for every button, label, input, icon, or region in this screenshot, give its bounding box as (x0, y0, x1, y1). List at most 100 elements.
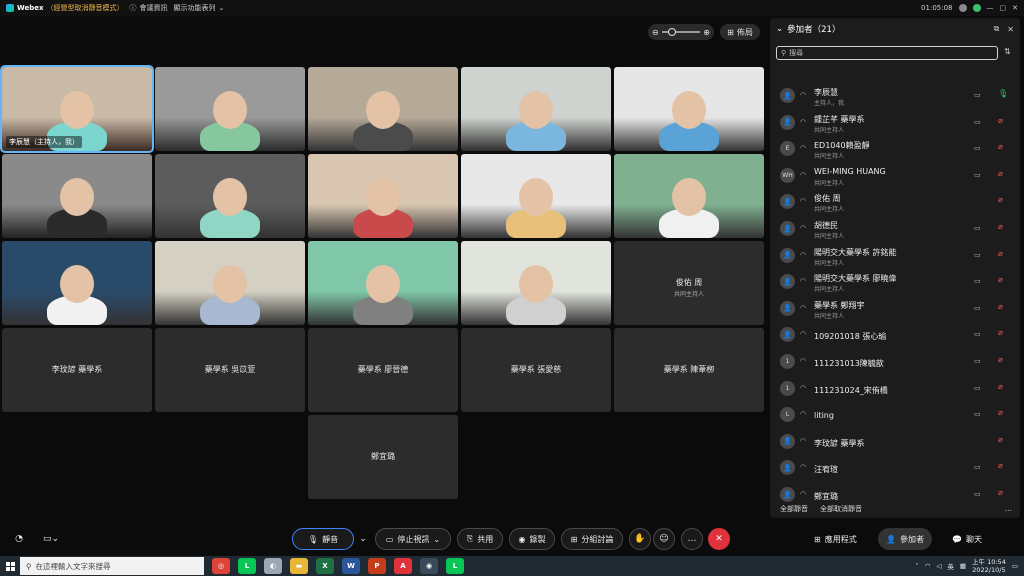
taskbar-search-input[interactable]: ⚲ 在這裡輸入文字來搜尋 (20, 557, 204, 575)
microphone-muted-icon[interactable]: ⌀ (998, 222, 1003, 231)
ime-indicator[interactable]: 英 (947, 561, 954, 571)
zoom-knob[interactable] (667, 28, 676, 36)
chevron-up-icon[interactable]: ˄ (915, 562, 918, 570)
microphone-muted-icon[interactable]: ⌀ (998, 169, 1003, 178)
participants-button[interactable]: 👤 參加者 (878, 528, 932, 550)
video-tile[interactable] (2, 154, 152, 238)
view-menu[interactable]: 顯示功能表列 ⌄ (174, 3, 225, 13)
taskbar-clock[interactable]: 上午 10:54 2022/10/5 (972, 558, 1006, 574)
camera-icon[interactable]: ▭ (974, 463, 981, 471)
unmute-all-button[interactable]: 全部取消靜音 (820, 504, 862, 514)
raise-hand-icon[interactable]: ✋ (629, 528, 651, 550)
participant-row[interactable]: WH ◠ WEI-MING HUANG 共同主持人 ▭ ⌀ (770, 163, 1020, 189)
video-tile[interactable] (308, 154, 458, 238)
video-tile[interactable]: 藥學系 陳葦栁 (614, 328, 764, 412)
panel-close-icon[interactable]: ✕ (1007, 25, 1014, 34)
line-icon[interactable]: L (238, 558, 256, 574)
participant-row[interactable]: 👤 ◠ 陽明交大藥學系 許銘能 共同主持人 ▭ ⌀ (770, 243, 1020, 269)
camera-icon[interactable]: ▭ (974, 118, 981, 126)
participant-row[interactable]: 👤 ◠ 汪宥瑄 ▭ ⌀ (770, 455, 1020, 481)
video-tile[interactable] (614, 154, 764, 238)
microphone-muted-icon[interactable]: ⌀ (998, 355, 1003, 364)
chrome-icon[interactable]: ◎ (212, 558, 230, 574)
word-icon[interactable]: W (342, 558, 360, 574)
video-tile[interactable] (155, 154, 305, 238)
powerpoint-icon[interactable]: P (368, 558, 386, 574)
participant-row[interactable]: E ◠ ED1040賴盈靜 共同主持人 ▭ ⌀ (770, 136, 1020, 162)
more-options-icon[interactable]: … (1005, 505, 1012, 513)
video-tile[interactable] (155, 241, 305, 325)
participant-row[interactable]: 1 ◠ 111231024_宋侑橋 ▭ ⌀ (770, 376, 1020, 402)
video-tile[interactable] (461, 67, 611, 151)
camera-icon[interactable]: ▭ (974, 224, 981, 232)
video-tile[interactable]: 鄭宜璐 (308, 415, 458, 499)
collapse-chevron-icon[interactable]: ⌄ (776, 24, 783, 34)
keyboard-icon[interactable]: ▦ (960, 562, 966, 570)
participant-row[interactable]: 1 ◠ 111231013陳毓歆 ▭ ⌀ (770, 349, 1020, 375)
participant-row[interactable]: 👤 ◠ 109201018 張心瑜 ▭ ⌀ (770, 322, 1020, 348)
camera-icon[interactable]: ▭ (974, 384, 981, 392)
video-tile[interactable] (308, 67, 458, 151)
reactions-icon[interactable]: ☺ (653, 528, 675, 550)
pdf-icon[interactable]: A (394, 558, 412, 574)
meeting-status-icon[interactable]: ◔ (8, 528, 30, 550)
participant-row[interactable]: 👤 ◠ 俊佑 周共同主持人 ⌀ (770, 189, 1020, 215)
excel-icon[interactable]: X (316, 558, 334, 574)
camera-icon[interactable]: ▭ (974, 144, 981, 152)
video-tile[interactable] (308, 241, 458, 325)
participant-row[interactable]: 👤 ◠ 鍾芷芊 藥學系 共同主持人 ▭ ⌀ (770, 110, 1020, 136)
camera-icon[interactable]: ▭ (974, 91, 981, 99)
video-tile[interactable]: 李辰慧（主持人，我） (0, 65, 154, 153)
microphone-on-icon[interactable]: 🎙 (998, 89, 1008, 98)
camera-icon[interactable]: ▭ (974, 304, 981, 312)
microphone-muted-icon[interactable]: ⌀ (998, 408, 1003, 417)
video-tile[interactable] (461, 154, 611, 238)
microphone-muted-icon[interactable]: ⌀ (998, 488, 1003, 497)
participant-row[interactable]: 👤 ◠ 李辰慧 主持人，我 ▭ 🎙 (770, 83, 1020, 109)
video-tile[interactable] (2, 241, 152, 325)
microphone-muted-icon[interactable]: ⌀ (998, 275, 1003, 284)
video-tile[interactable]: 李玟諺 藥學系 (2, 328, 152, 412)
apps-button[interactable]: ⊞ 應用程式 (806, 528, 865, 550)
more-icon[interactable]: … (681, 528, 703, 550)
webex-taskbar-icon[interactable]: ◉ (420, 558, 438, 574)
sort-icon[interactable]: ⇅ (1004, 47, 1011, 56)
microphone-muted-icon[interactable]: ⌀ (998, 302, 1003, 311)
video-tile[interactable] (155, 67, 305, 151)
camera-icon[interactable]: ▭ (974, 490, 981, 498)
camera-icon[interactable]: ▭ (974, 277, 981, 285)
meeting-info-menu[interactable]: ⓘ 會議資訊 (130, 3, 168, 13)
stop-video-button[interactable]: ▭ 停止視訊 ⌄ (375, 528, 451, 550)
speaker-icon[interactable]: ◁ (936, 562, 941, 570)
mute-options-chevron-icon[interactable]: ⌄ (356, 528, 370, 550)
participant-row[interactable]: L ◠ liting ▭ ⌀ (770, 402, 1020, 428)
microphone-muted-icon[interactable]: ⌀ (998, 142, 1003, 151)
microphone-muted-icon[interactable]: ⌀ (998, 116, 1003, 125)
minimize-icon[interactable]: — (987, 4, 994, 12)
record-button[interactable]: ◉ 錄製 (509, 528, 555, 550)
mute-button[interactable]: 🎙 靜音 (292, 528, 354, 550)
video-tile[interactable] (461, 241, 611, 325)
microphone-muted-icon[interactable]: ⌀ (998, 435, 1003, 444)
participant-row[interactable]: 👤 ◠ 李玟諺 藥學系 ⌀ (770, 429, 1020, 455)
camera-icon[interactable]: ▭ (974, 171, 981, 179)
user-avatar-icon[interactable] (958, 4, 967, 12)
video-tile[interactable]: 藥學系 廖晉德 (308, 328, 458, 412)
maximize-icon[interactable]: ▢ (1000, 4, 1007, 12)
chat-button[interactable]: 💬 聊天 (944, 528, 990, 550)
video-tile[interactable] (614, 67, 764, 151)
microphone-muted-icon[interactable]: ⌀ (998, 382, 1003, 391)
camera-icon[interactable]: ▭ (974, 251, 981, 259)
app-icon[interactable]: ◐ (264, 558, 282, 574)
camera-icon[interactable]: ▭ (974, 330, 981, 338)
participant-search-input[interactable]: ⚲ 搜尋 (776, 46, 998, 60)
participant-row[interactable]: 👤 ◠ 陽明交大藥學系 廖曉偉 共同主持人 ▭ ⌀ (770, 269, 1020, 295)
mute-all-button[interactable]: 全部靜音 (780, 504, 808, 514)
layout-button[interactable]: ⊞ 佈局 (720, 24, 760, 40)
video-tile[interactable]: 藥學系 吳苡萱 (155, 328, 305, 412)
popout-icon[interactable]: ⧉ (994, 24, 1000, 34)
captions-icon[interactable]: ▭⌄ (36, 528, 66, 550)
microphone-muted-icon[interactable]: ⌀ (998, 461, 1003, 470)
camera-icon[interactable]: ▭ (974, 410, 981, 418)
camera-icon[interactable]: ▭ (974, 357, 981, 365)
